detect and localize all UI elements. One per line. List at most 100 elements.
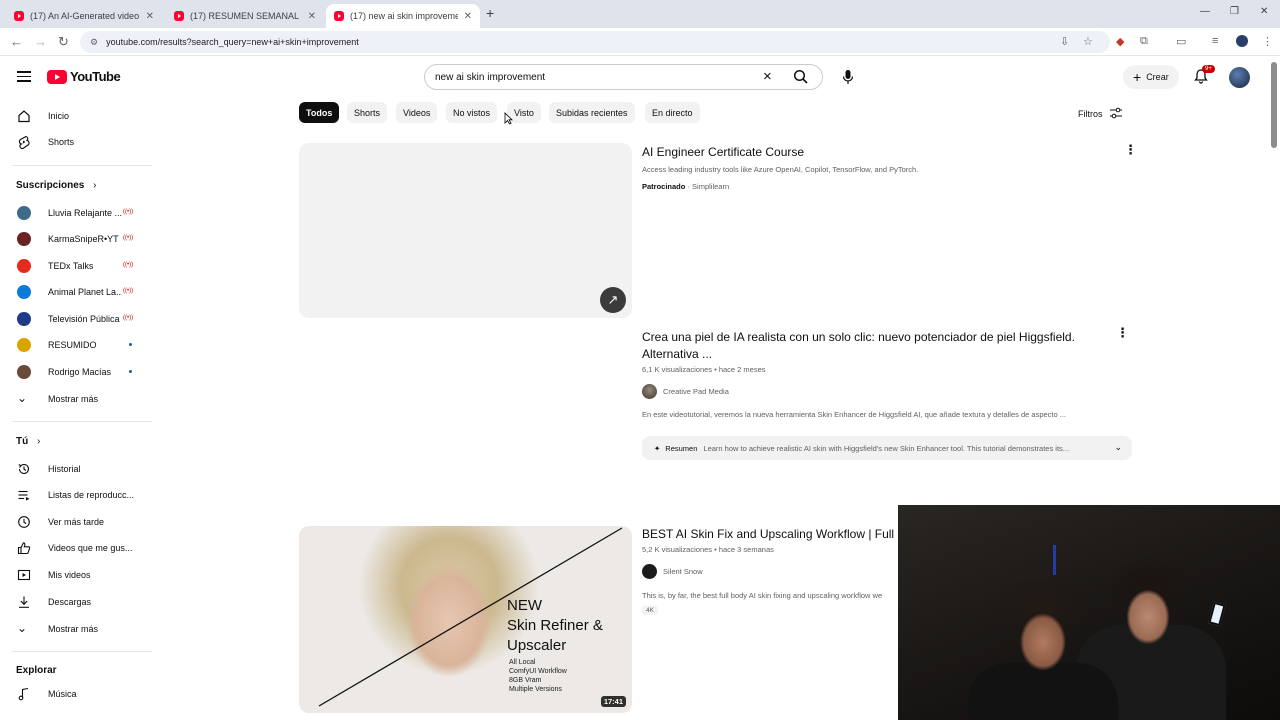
chip-videos[interactable]: Videos	[396, 102, 438, 123]
sidebar-divider	[12, 651, 152, 652]
close-tab-icon[interactable]: ✕	[308, 11, 316, 22]
chevron-down-icon[interactable]: ⌄	[1114, 442, 1122, 453]
ai-summary-panel[interactable]: ✦ Resumen Learn how to achieve realistic…	[642, 436, 1132, 460]
account-avatar[interactable]	[1229, 67, 1250, 88]
create-label: Crear	[1146, 72, 1169, 82]
sidebar-item-shorts[interactable]: Shorts	[0, 129, 152, 155]
channel-name: Silent Snow	[663, 567, 703, 576]
browser-tab-1[interactable]: (17) An AI-Generated video of l ✕	[6, 4, 162, 28]
close-tab-icon[interactable]: ✕	[464, 11, 472, 22]
video-title[interactable]: BEST AI Skin Fix and Upscaling Workflow …	[642, 526, 900, 543]
sidebar-subscription[interactable]: TEDx Talks ((•))	[0, 253, 152, 279]
sidebar-item-label: Inicio	[48, 111, 70, 121]
thumbnail-headline-line: Skin Refiner &	[507, 617, 603, 634]
subscriptions-show-more[interactable]: ⌄ Mostrar más	[0, 386, 152, 412]
sidebar-item-inicio[interactable]: Inicio	[0, 103, 152, 129]
external-link-icon[interactable]: ↗	[600, 287, 626, 313]
filter-sliders-icon	[1109, 107, 1123, 121]
ad-title[interactable]: AI Engineer Certificate Course	[642, 144, 804, 161]
you-heading[interactable]: Tú ›	[16, 436, 40, 447]
youtube-logo[interactable]: YouTube	[47, 69, 121, 84]
sidebar-item-watch-later[interactable]: Ver más tarde	[0, 509, 152, 535]
sidebar-item-historial[interactable]: Historial	[0, 456, 152, 482]
more-actions-icon[interactable]: ⋮	[1124, 143, 1137, 156]
bookmark-star-icon[interactable]: ☆	[1083, 35, 1093, 48]
search-box: ×	[424, 64, 823, 90]
sidebar-item-liked-videos[interactable]: Videos que me gus...	[0, 535, 152, 561]
reload-icon[interactable]: ↻	[58, 34, 69, 50]
sidebar-item-my-videos[interactable]: Mis videos	[0, 562, 152, 588]
sidebar-item-playlists[interactable]: Listas de reproducc...	[0, 482, 152, 508]
sidebar-item-downloads[interactable]: Descargas	[0, 589, 152, 615]
sidebar-item-music[interactable]: Música	[0, 681, 152, 707]
close-window-icon[interactable]: ✕	[1260, 6, 1268, 17]
channel-name: Lluvia Relajante ...	[48, 208, 122, 218]
create-button[interactable]: + Crear	[1123, 65, 1179, 89]
browser-menu-icon[interactable]: ⋮	[1262, 35, 1273, 48]
video-description: This is, by far, the best full body AI s…	[642, 591, 883, 600]
channel-row[interactable]: Creative Pad Media	[642, 384, 729, 399]
sidebar-subscription[interactable]: RESUMIDO	[0, 332, 152, 358]
sidebar-subscription[interactable]: Rodrigo Macías	[0, 359, 152, 385]
browser-tab-2[interactable]: (17) RESUMEN SEMANAL FEBR ✕	[166, 4, 324, 28]
you-heading-text: Tú	[16, 436, 29, 447]
live-indicator-icon: ((•))	[123, 209, 134, 215]
sidebar-subscription[interactable]: Televisión Pública ((•))	[0, 306, 152, 332]
thumbnail-headline: NEW Skin Refiner & Upscaler	[507, 596, 603, 656]
browser-tab-3-active[interactable]: (17) new ai skin improvement - ✕	[326, 4, 480, 28]
chip-todos[interactable]: Todos	[299, 102, 340, 123]
ad-thumbnail[interactable]	[299, 143, 632, 318]
profile-avatar-icon[interactable]	[1236, 35, 1248, 47]
video-title[interactable]: Crea una piel de IA realista con un solo…	[642, 329, 1112, 363]
channel-avatar	[17, 285, 31, 299]
chip-no-vistos[interactable]: No vistos	[446, 102, 498, 123]
url-field[interactable]: ⚙ youtube.com/results?search_query=new+a…	[80, 31, 1110, 53]
voice-search-icon[interactable]	[836, 65, 860, 89]
channel-row[interactable]: Silent Snow	[642, 564, 703, 579]
video-meta: 5,2 K visualizaciones • hace 3 semanas	[642, 545, 774, 554]
sidebar-subscription[interactable]: Animal Planet La... ((•))	[0, 279, 152, 305]
my-videos-icon	[17, 568, 31, 582]
sidebar-subscription[interactable]: KarmaSnipeR•YT ((•))	[0, 226, 152, 252]
subscriptions-heading[interactable]: Suscripciones ›	[16, 180, 96, 191]
chip-subidas-recientes[interactable]: Subidas recientes	[549, 102, 635, 123]
sidebar-subscription[interactable]: Lluvia Relajante ... ((•))	[0, 200, 152, 226]
sidebar-divider	[12, 165, 152, 166]
page-scrollbar[interactable]	[1271, 62, 1277, 148]
sidebar-item-label: Shorts	[48, 137, 75, 147]
sparkle-icon: ✦	[654, 443, 661, 453]
search-input[interactable]	[435, 71, 735, 83]
advertiser-name[interactable]: Simplilearn	[692, 182, 729, 191]
thumbnail-subtext-line: ComfyUI Workflow	[509, 668, 567, 675]
close-tab-icon[interactable]: ✕	[146, 11, 154, 22]
back-icon[interactable]: ←	[10, 34, 23, 49]
menu-icon[interactable]	[17, 71, 31, 82]
tab-search-icon[interactable]: ≡	[1212, 35, 1218, 47]
mouse-cursor-icon	[504, 112, 513, 125]
sidebar-item-label: Mis videos	[48, 570, 91, 580]
site-settings-icon[interactable]: ⚙	[90, 37, 98, 48]
minimize-icon[interactable]: —	[1200, 6, 1210, 17]
chip-shorts[interactable]: Shorts	[347, 102, 388, 123]
new-tab-icon[interactable]: +	[486, 5, 494, 21]
explore-heading: Explorar	[16, 665, 57, 676]
webcam-background-light	[1053, 545, 1056, 575]
video-thumbnail[interactable]: NEW Skin Refiner & Upscaler All Local Co…	[299, 526, 632, 713]
you-show-more[interactable]: ⌄ Mostrar más	[0, 616, 152, 642]
filters-button[interactable]: Filtros	[1078, 107, 1123, 121]
forward-icon[interactable]: →	[34, 34, 47, 49]
restore-icon[interactable]: ❐	[1230, 6, 1239, 17]
search-icon[interactable]	[793, 69, 809, 88]
install-app-icon[interactable]: ⇩	[1060, 35, 1069, 48]
sidebar-panel-icon[interactable]: ▭	[1176, 35, 1186, 48]
more-actions-icon[interactable]: ⋮	[1116, 326, 1129, 339]
chip-en-directo[interactable]: En directo	[645, 102, 700, 123]
youtube-favicon-icon	[14, 11, 24, 21]
chevron-right-icon: ›	[93, 180, 97, 191]
address-bar: ← → ↻ ⚙ youtube.com/results?search_query…	[0, 28, 1280, 56]
live-indicator-icon: ((•))	[123, 235, 134, 241]
history-icon	[17, 462, 31, 476]
extension-icon[interactable]: ◆	[1116, 35, 1124, 48]
extensions-puzzle-icon[interactable]: ⧉	[1140, 35, 1148, 48]
clear-search-icon[interactable]: ×	[763, 68, 772, 85]
